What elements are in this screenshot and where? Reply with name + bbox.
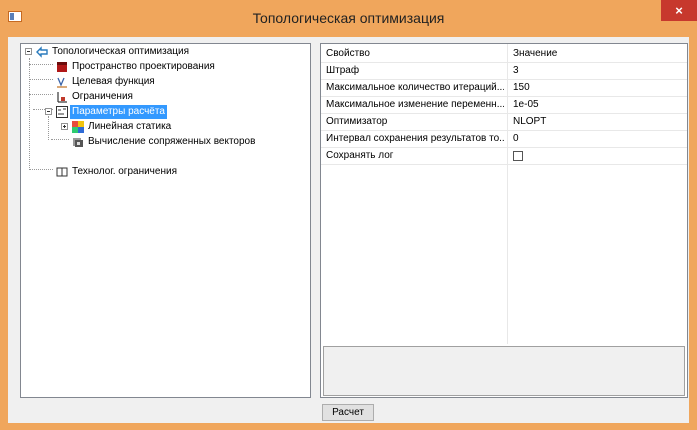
property-value[interactable]: NLOPT	[513, 115, 546, 129]
collapse-icon[interactable]	[25, 48, 32, 55]
tree-item-label: Линейная статика	[88, 121, 172, 132]
property-name: Сохранять лог	[326, 150, 394, 161]
static-icon	[72, 121, 84, 133]
constraint-icon	[57, 92, 67, 103]
property-name: Максимальное количество итераций...	[326, 82, 504, 93]
expand-icon[interactable]	[61, 123, 68, 130]
tree-item-label: Ограничения	[72, 91, 133, 102]
property-grid[interactable]: Свойство Значение Штраф 3 Максимальное к…	[320, 43, 688, 398]
dialog-window: Топологическая оптимизация × Топологичес…	[0, 0, 697, 430]
column-header-value: Значение	[513, 48, 558, 59]
tree-item-label: Вычисление сопряженных векторов	[88, 136, 256, 147]
window-title: Топологическая оптимизация	[252, 10, 445, 26]
tree-item-label: Топологическая оптимизация	[52, 46, 189, 57]
property-name: Штраф	[326, 65, 360, 76]
property-name: Интервал сохранения результатов то...	[326, 133, 504, 144]
params-icon	[56, 106, 68, 118]
property-value[interactable]: 0	[513, 132, 519, 146]
calculate-button[interactable]: Расчет	[322, 404, 374, 421]
cube-icon	[57, 62, 67, 72]
save-log-checkbox[interactable]	[513, 151, 523, 161]
tree-item-label: Пространство проектирования	[72, 61, 215, 72]
tree-item-label: Технолог. ограничения	[72, 166, 177, 177]
column-header-property: Свойство	[326, 48, 370, 59]
dialog-body: Топологическая оптимизация Пространство …	[8, 37, 689, 423]
close-button[interactable]: ×	[661, 0, 697, 21]
tree-item-label: Параметры расчёта	[70, 105, 167, 119]
property-name: Оптимизатор	[326, 116, 388, 127]
property-value[interactable]: 1e-05	[513, 98, 539, 112]
tree-item-label: Целевая функция	[72, 76, 155, 87]
function-icon	[57, 77, 67, 88]
tree-panel[interactable]: Топологическая оптимизация Пространство …	[20, 43, 311, 398]
collapse-icon[interactable]	[45, 108, 52, 115]
tech-constraint-icon	[56, 167, 68, 177]
property-name: Максимальное изменение переменн...	[326, 99, 504, 110]
vectors-icon	[73, 138, 83, 147]
description-panel	[323, 346, 685, 396]
title-bar[interactable]: Топологическая оптимизация ×	[0, 0, 697, 37]
property-value[interactable]: 3	[513, 64, 519, 78]
optimization-icon	[36, 46, 48, 58]
property-value[interactable]: 150	[513, 81, 530, 95]
